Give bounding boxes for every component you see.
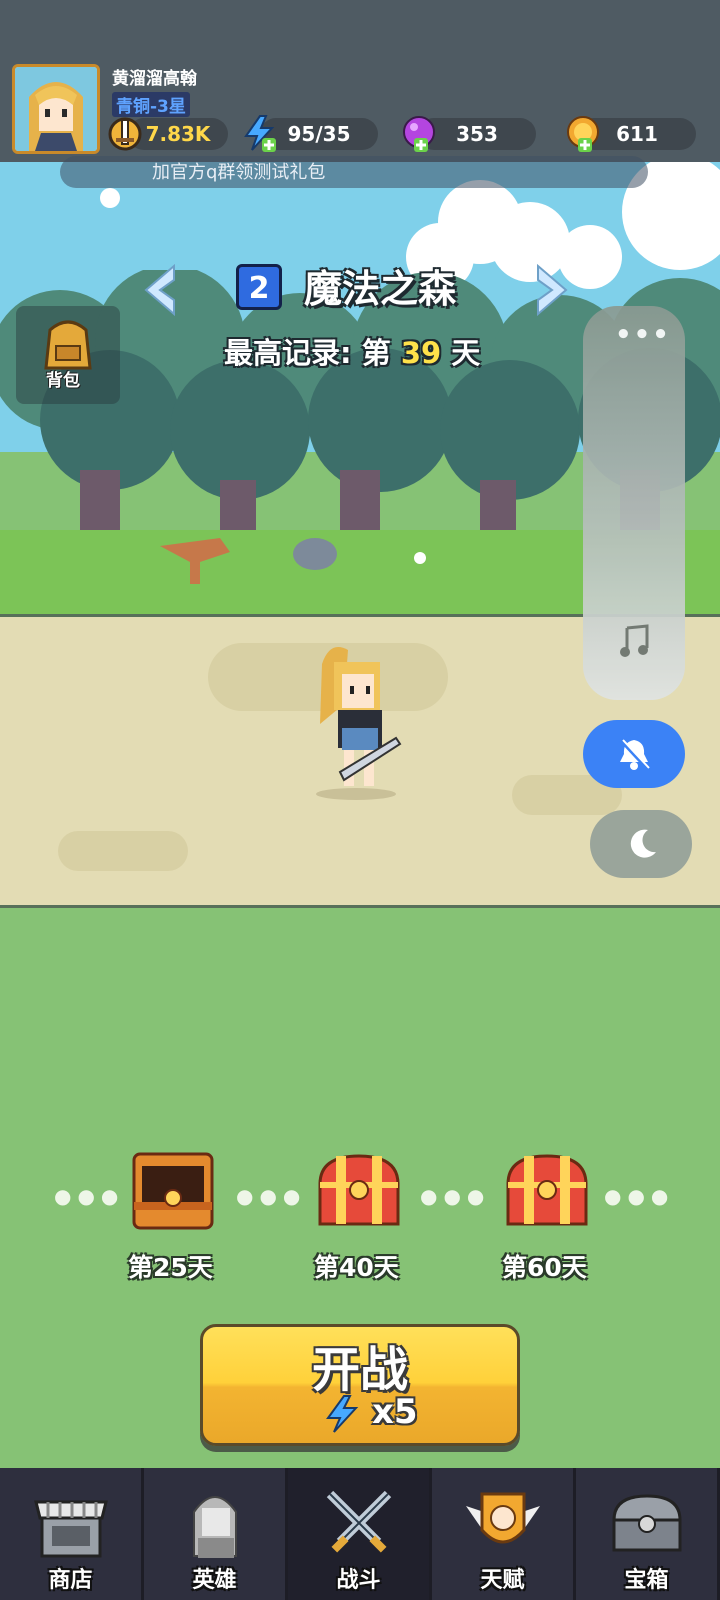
nav-item-battle[interactable]: 战斗 [288, 1468, 432, 1600]
mute-notification-button[interactable] [583, 720, 685, 788]
chevron-left-icon [144, 263, 175, 317]
opened-chest-icon [132, 1152, 214, 1230]
hero-sprite-icon [316, 647, 402, 800]
talent-icon [465, 1492, 540, 1544]
nav-label-hero: 英雄 [192, 1568, 237, 1593]
prev-stage-button[interactable] [138, 262, 182, 318]
progress-dots: ●●● [604, 1184, 675, 1208]
chest-day-label: 第40天 [314, 1253, 399, 1282]
lightning-icon [322, 1394, 362, 1434]
player-name: 黄溜溜高翰 [112, 69, 197, 89]
announcement-bar[interactable] [60, 156, 648, 188]
start-battle-cost: x5 [372, 1392, 418, 1432]
nav-label-talent: 天赋 [480, 1568, 525, 1593]
bottom-navigation: 商店 英雄 战斗 天赋 宝箱 [0, 1468, 720, 1600]
backpack-label: 背包 [46, 371, 80, 391]
best-record: 最高记录: 第 39 天 [224, 330, 480, 372]
nav-label-shop: 商店 [48, 1568, 93, 1593]
floating-side-panel[interactable]: ••• [583, 306, 685, 700]
power-icon [106, 114, 144, 152]
more-icon[interactable]: ••• [615, 320, 671, 350]
start-battle-label: 开战 [311, 1342, 408, 1398]
hero-portrait-icon [15, 67, 97, 151]
swords-icon [326, 1490, 391, 1553]
progress-dots: ●●● [54, 1184, 125, 1208]
hero-icon [192, 1496, 237, 1558]
stage-name: 魔法之森 [304, 267, 457, 311]
night-mode-button[interactable] [590, 810, 692, 878]
nav-item-talent[interactable]: 天赋 [432, 1468, 576, 1600]
gems-add-button[interactable] [400, 114, 438, 152]
chevron-right-icon [537, 263, 568, 317]
record-day: 39 [400, 336, 442, 370]
chest-day-label: 第60天 [502, 1253, 587, 1282]
moon-icon [630, 829, 656, 858]
reward-chest-opened[interactable] [130, 1150, 216, 1234]
coins-add-button[interactable] [564, 114, 602, 152]
hero-character [300, 644, 410, 802]
shop-icon [33, 1500, 108, 1558]
nav-item-shop[interactable]: 商店 [0, 1468, 144, 1600]
energy-add-button[interactable] [240, 114, 278, 152]
chest-day-label: 第25天 [128, 1253, 213, 1282]
progress-dots: ●●● [236, 1184, 307, 1208]
gem-icon [403, 116, 435, 152]
coin-icon [567, 116, 599, 152]
music-icon[interactable] [617, 624, 651, 658]
stage-number-badge: 2 [236, 264, 282, 310]
next-stage-button[interactable] [530, 262, 574, 318]
nav-item-hero[interactable]: 英雄 [144, 1468, 288, 1600]
player-avatar[interactable] [12, 64, 100, 154]
bell-off-icon [619, 738, 650, 770]
lightning-icon [244, 115, 276, 152]
chest-icon [611, 1494, 682, 1552]
nav-label-chest: 宝箱 [624, 1568, 669, 1593]
closed-chest-icon [318, 1154, 400, 1226]
nav-label-battle: 战斗 [336, 1568, 381, 1593]
reward-chest-locked[interactable] [316, 1150, 402, 1234]
nav-item-chest[interactable]: 宝箱 [576, 1468, 720, 1600]
closed-chest-icon [506, 1154, 588, 1226]
record-prefix: 最高记录: 第 [224, 336, 391, 370]
announcement-text: 加官方q群领测试礼包 [152, 162, 326, 183]
record-suffix: 天 [451, 336, 481, 370]
progress-dots: ●●● [420, 1184, 491, 1208]
reward-chest-locked[interactable] [504, 1150, 590, 1234]
